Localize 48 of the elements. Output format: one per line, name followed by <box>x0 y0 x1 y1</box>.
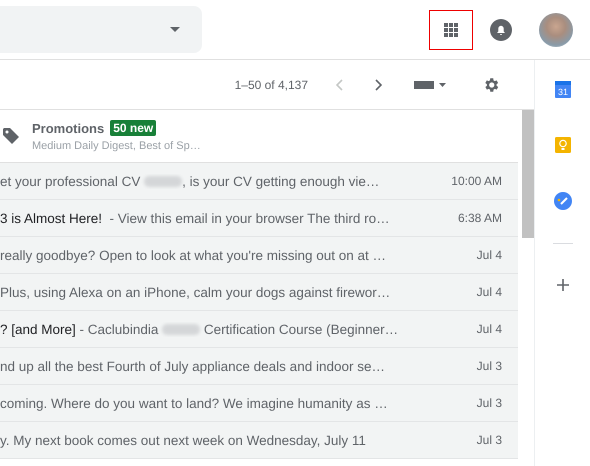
notification-bell-icon[interactable] <box>490 18 512 40</box>
email-row[interactable]: y. My next book comes out next week on Wednesday, July 11 Jul 3 <box>0 422 518 459</box>
email-row[interactable]: 3 is Almost Here! - View this email in your browser The third ro… 6:38 AM <box>0 200 518 237</box>
email-date: Jul 3 <box>476 359 502 373</box>
email-snippet: nd up all the best Fourth of July appliance deals and indoor se… <box>0 358 385 374</box>
email-snippet: Certification Course (Beginner… <box>202 322 398 336</box>
email-row[interactable]: coming. Where do you want to land? We imagine humanity as … Jul 3 <box>0 385 518 422</box>
email-snippet: et your professional CV <box>0 174 142 188</box>
email-row[interactable]: ? [and More] - Caclubindia Certification Course (Beginner… Jul 4 <box>0 311 518 348</box>
add-icon[interactable] <box>556 279 568 291</box>
blurred-text-block <box>144 176 182 186</box>
email-snippet: really goodbye? Open to look at what you're missing out on at … <box>0 248 386 262</box>
apps-button[interactable] <box>429 10 473 50</box>
calendar-day: 31 <box>558 87 568 97</box>
email-date: Jul 4 <box>476 322 502 336</box>
email-snippet: coming. Where do you want to land? We imagine humanity as … <box>0 396 388 410</box>
email-date: Jul 4 <box>476 285 502 299</box>
grid-icon <box>444 22 458 36</box>
email-date: 10:00 AM <box>451 174 502 188</box>
email-date: 6:38 AM <box>458 211 502 225</box>
new-count-badge: 50 new <box>110 120 156 136</box>
email-subject: 3 is Almost Here! <box>0 210 104 226</box>
email-row[interactable]: really goodbye? Open to look at what you're missing out on at … Jul 4 <box>0 237 518 274</box>
search-field[interactable] <box>0 6 202 52</box>
caret-icon <box>170 26 180 32</box>
email-row[interactable]: nd up all the best Fourth of July appliance deals and indoor se… Jul 3 <box>0 348 518 385</box>
keyboard-icon[interactable] <box>414 80 446 90</box>
email-snippet: Plus, using Alexa on an iPhone, calm your dogs against firewor… <box>0 284 390 300</box>
blurred-text-block <box>162 324 200 334</box>
email-row[interactable]: Plus, using Alexa on an iPhone, calm your dogs against firewor… Jul 4 <box>0 274 518 311</box>
email-snippet: - Caclubindia <box>78 322 160 336</box>
email-row[interactable]: et your professional CV , is your CV getting enough vie… 10:00 AM <box>0 163 518 200</box>
tag-icon <box>2 127 20 145</box>
avatar-icon[interactable] <box>539 12 573 46</box>
email-date: Jul 4 <box>476 248 502 262</box>
next-page-icon[interactable] <box>375 78 382 90</box>
tasks-icon[interactable] <box>554 192 572 210</box>
category-label: Promotions <box>32 120 104 136</box>
email-date: Jul 3 <box>476 433 502 447</box>
calendar-icon[interactable]: 31 <box>554 80 570 98</box>
senders-text: Medium Daily Digest, Best of Sp… <box>32 140 201 152</box>
email-snippet: , is your CV getting enough vie… <box>182 174 380 188</box>
email-snippet: - View this email in your browser The third ro… <box>108 210 390 226</box>
scrollbar-thumb[interactable] <box>522 110 534 238</box>
email-date: Jul 3 <box>476 396 502 410</box>
pagination-range: 1–50 of 4,137 <box>234 78 308 92</box>
email-snippet: y. My next book comes out next week on Wednesday, July 11 <box>0 432 366 448</box>
email-subject: ? [and More] <box>0 322 76 336</box>
